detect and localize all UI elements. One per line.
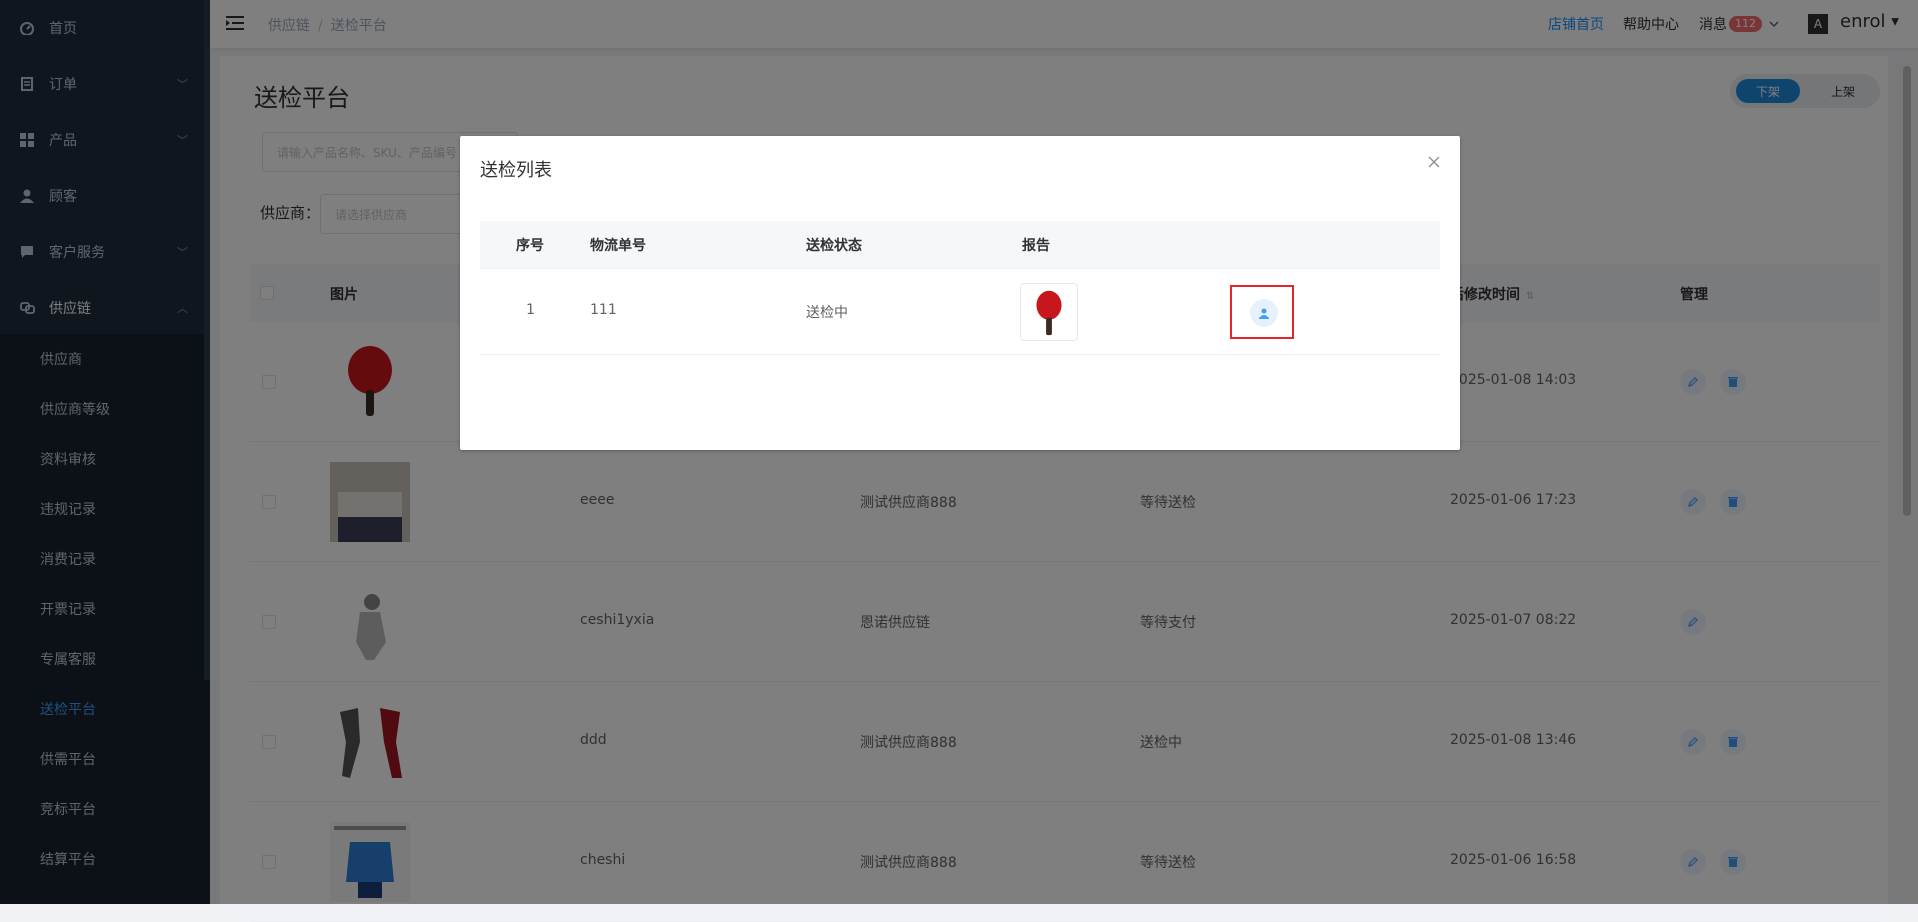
upload-report-button[interactable]	[1250, 299, 1278, 327]
upload-icon	[1259, 308, 1269, 319]
dialog-table-header: 序号 物流单号 送检状态 报告	[480, 221, 1440, 269]
column-report: 报告	[1022, 238, 1050, 254]
row-index: 1	[526, 302, 535, 318]
report-thumbnail[interactable]	[1020, 283, 1078, 341]
dialog-table-row: 1 111 送检中	[480, 269, 1440, 355]
dialog-title: 送检列表	[480, 160, 552, 181]
inspection-list-dialog: 送检列表 序号 物流单号 送检状态 报告 1 111 送检中	[460, 136, 1460, 450]
column-tracking-number: 物流单号	[590, 238, 646, 254]
column-inspection-status: 送检状态	[806, 238, 862, 254]
inspection-status: 送检中	[806, 305, 848, 321]
tracking-number: 111	[590, 302, 617, 318]
close-icon[interactable]	[1426, 154, 1442, 170]
column-index: 序号	[516, 238, 544, 254]
